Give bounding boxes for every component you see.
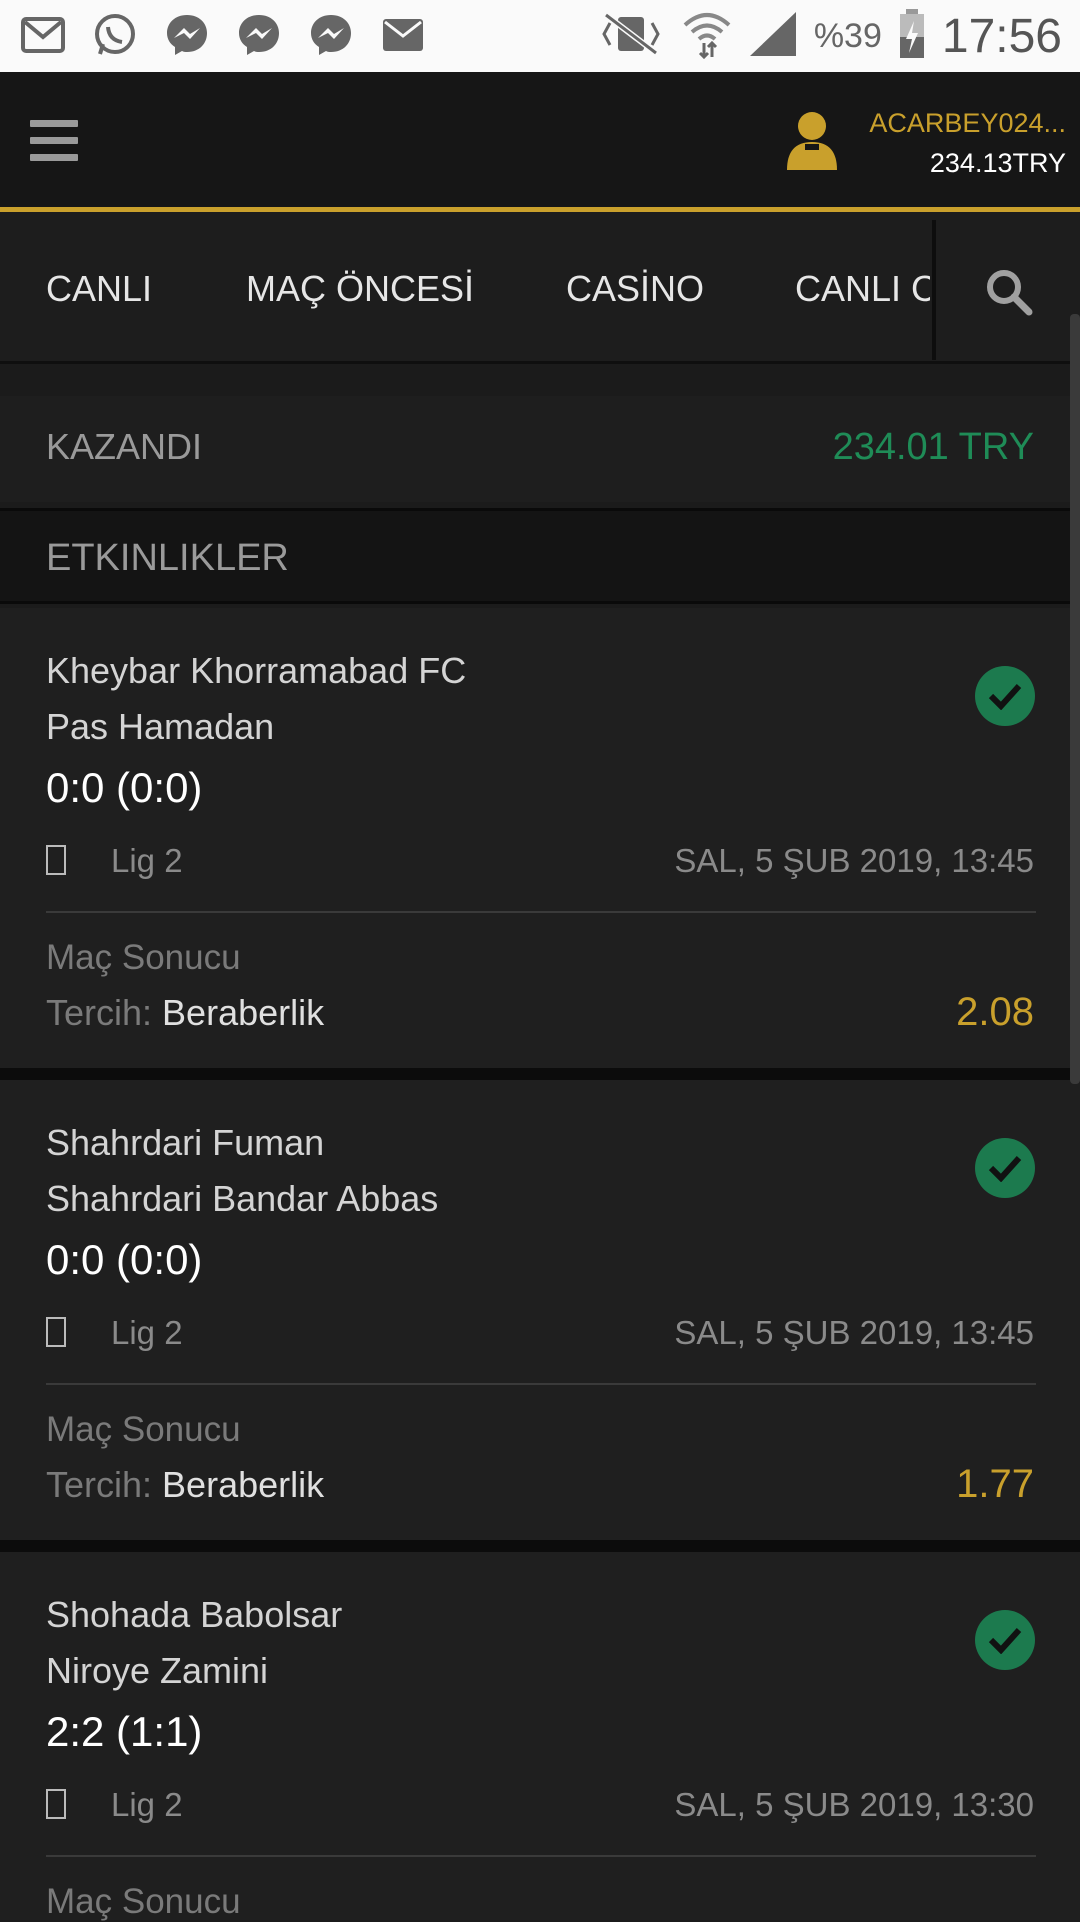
away-team: Niroye Zamini [46,1650,269,1691]
wifi-icon [682,9,732,64]
messenger-icon [306,12,356,58]
selection-value: Beraberlik [162,992,325,1033]
scrollbar[interactable] [1070,314,1080,1084]
card-separator [0,1540,1080,1552]
home-team: Shahrdari Fuman [46,1122,325,1163]
section-title: ETKINLIKLER [46,537,289,579]
mail-icon [378,12,428,58]
result-status: KAZANDI [46,426,203,467]
gmail-icon [18,12,68,58]
match-score: 0:0 (0:0) [46,1236,203,1283]
league-name: Lig 2 [111,842,183,879]
won-check-icon [975,666,1035,726]
selection: Tercih: Beraberlik [46,1464,324,1506]
notification-icons [18,12,428,58]
tab-canli[interactable]: CANLI [46,268,152,310]
match-datetime: SAL, 5 ŞUB 2019, 13:45 [674,1314,1034,1351]
tab-casino[interactable]: CASİNO [566,268,704,310]
card-separator [0,1068,1080,1080]
winnings-amount: 234.01 TRY [832,426,1034,468]
odds-value: 1.77 [956,1462,1034,1506]
signal-icon [748,10,798,63]
event-card[interactable]: Kheybar Khorramabad FC Pas Hamadan 0:0 (… [0,608,1080,1068]
messenger-icon [162,12,212,58]
league-name: Lig 2 [111,1786,183,1823]
card-divider [46,911,1036,913]
card-divider [46,1855,1036,1857]
clock: 17:56 [941,9,1062,63]
status-bar: %39 17:56 [0,0,1080,72]
app-header: ACARBEY024... 234.13TRY [0,72,1080,212]
battery-icon [898,8,926,64]
event-card[interactable]: Shohada Babolsar Niroye Zamini 2:2 (1:1)… [0,1552,1080,1921]
tab-overflow-clip: CANLI C [790,212,930,361]
flag-icon [46,1789,66,1819]
away-team: Pas Hamadan [46,706,275,747]
vibrate-icon [596,11,666,62]
home-team: Kheybar Khorramabad FC [46,650,467,691]
away-team: Shahrdari Bandar Abbas [46,1178,439,1219]
hamburger-menu-icon[interactable] [30,120,78,168]
card-divider [46,1383,1036,1385]
match-score: 2:2 (1:1) [46,1708,203,1755]
home-team: Shohada Babolsar [46,1594,343,1635]
match-datetime: SAL, 5 ŞUB 2019, 13:45 [674,842,1034,879]
battery-percent: %39 [813,16,882,55]
flag-icon [46,1317,66,1347]
market-name: Maç Sonucu [46,1882,241,1921]
selection-label: Tercih: [46,992,153,1033]
league-name: Lig 2 [111,1314,183,1351]
selection: Tercih: Beraberlik [46,992,324,1034]
won-check-icon [975,1138,1035,1198]
system-indicators: %39 17:56 [596,6,1062,66]
match-score: 0:0 (0:0) [46,764,203,811]
event-card[interactable]: Shahrdari Fuman Shahrdari Bandar Abbas 0… [0,1080,1080,1540]
market-name: Maç Sonucu [46,1410,241,1449]
selection-value: Beraberlik [162,1464,325,1505]
account-balance: 234.13TRY [929,148,1066,178]
search-icon[interactable] [985,268,1033,316]
odds-value: 2.08 [956,990,1034,1034]
flag-icon [46,845,66,875]
main-nav: CANLI MAÇ ÖNCESİ CASİNO CANLI C [0,212,1080,364]
match-datetime: SAL, 5 ŞUB 2019, 13:30 [674,1786,1034,1823]
tab-canli-casino[interactable]: CANLI C [795,268,930,310]
username[interactable]: ACARBEY024... [869,108,1066,139]
won-check-icon [975,1610,1035,1670]
messenger-icon [234,12,284,58]
tab-mac-oncesi[interactable]: MAÇ ÖNCESİ [246,268,474,310]
market-name: Maç Sonucu [46,938,241,977]
selection-label: Tercih: [46,1464,153,1505]
nav-divider [932,220,936,360]
bet-result-row: KAZANDI 234.01 TRY [0,396,1080,502]
events-section-header: ETKINLIKLER [0,508,1080,604]
whatsapp-icon [90,12,140,58]
user-avatar-icon[interactable] [785,110,839,172]
